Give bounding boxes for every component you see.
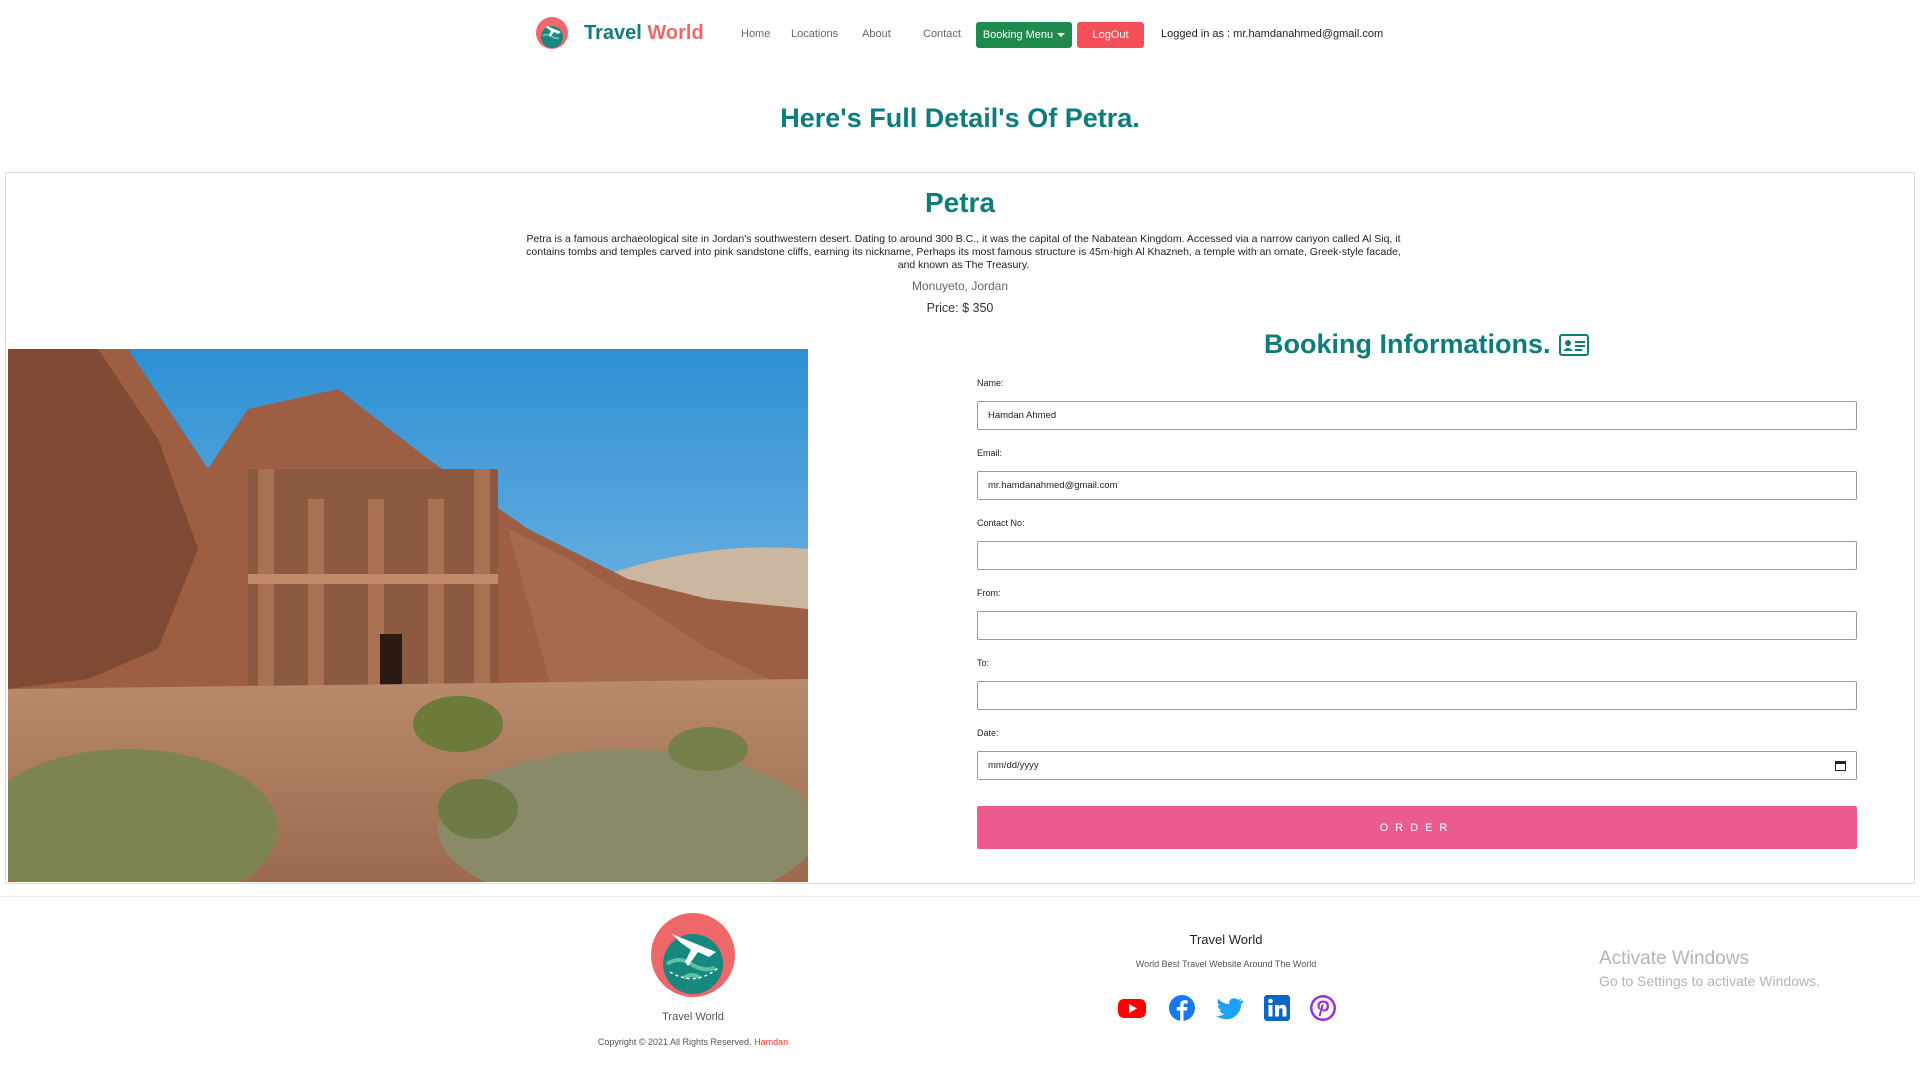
to-label: To: — [977, 658, 990, 668]
detail-card: Petra Petra is a famous archaeological s… — [5, 172, 1915, 884]
booking-menu-button[interactable]: Booking Menu — [976, 22, 1072, 48]
copyright-author-link[interactable]: Hamdan — [754, 1037, 788, 1047]
logout-button[interactable]: LogOut — [1077, 22, 1144, 48]
facebook-icon[interactable] — [1167, 993, 1197, 1023]
copyright: Copyright © 2021 All Rights Reserved. Ha… — [545, 1037, 841, 1047]
booking-heading: Booking Informations. — [1264, 329, 1589, 360]
petra-photo — [8, 349, 808, 882]
place-location: Monuyeto, Jordan — [911, 279, 1009, 293]
caret-down-icon — [1057, 33, 1066, 37]
footer-title: Travel World — [1189, 932, 1263, 947]
nav-contact[interactable]: Contact — [923, 28, 961, 40]
booking-menu-label: Booking Menu — [982, 29, 1054, 41]
name-field[interactable]: Hamdan Ahmed — [977, 401, 1857, 430]
youtube-icon[interactable] — [1117, 993, 1147, 1023]
date-placeholder: mm/dd/yyyy — [988, 760, 1039, 771]
footer-brand: Travel World — [662, 1011, 724, 1023]
copyright-text: Copyright © 2021 All Rights Reserved. — [597, 1037, 752, 1047]
from-label: From: — [977, 588, 1001, 598]
date-field[interactable]: mm/dd/yyyy — [977, 751, 1857, 780]
globe-plane-logo-icon — [536, 17, 568, 49]
brand-word-travel: Travel — [584, 21, 642, 44]
windows-activation-subtitle: Go to Settings to activate Windows. — [1599, 973, 1820, 989]
page-title: Here's Full Detail's Of Petra. — [780, 103, 1140, 133]
petra-photo-illustration — [8, 349, 808, 882]
email-field[interactable]: mr.hamdanahmed@gmail.com — [977, 471, 1857, 500]
name-label: Name: — [977, 378, 1004, 388]
nav-locations[interactable]: Locations — [791, 28, 838, 40]
place-description: Petra is a famous archaeological site in… — [526, 233, 1401, 271]
email-label: Email: — [977, 448, 1003, 458]
linkedin-icon[interactable] — [1262, 993, 1292, 1023]
order-button[interactable]: ORDER — [977, 806, 1857, 849]
from-field[interactable] — [977, 611, 1857, 640]
place-price: Price: $ 350 — [926, 301, 994, 315]
brand[interactable]: Travel World — [535, 16, 704, 50]
brand-word-world: World — [647, 21, 704, 44]
to-field[interactable] — [977, 681, 1857, 710]
contact-field[interactable] — [977, 541, 1857, 570]
windows-activation-title: Activate Windows — [1599, 948, 1749, 969]
place-title: Petra — [924, 187, 996, 218]
brand-name: Travel World — [584, 22, 704, 45]
navbar: Travel World Home Locations About Contac… — [0, 0, 1920, 70]
nav-home[interactable]: Home — [741, 28, 770, 40]
footer-subtitle: World Best Travel Website Around The Wor… — [1135, 959, 1317, 969]
globe-plane-logo-icon — [651, 913, 735, 997]
logged-in-user: Logged in as : mr.hamdanahmed@gmail.com — [1161, 28, 1384, 40]
footer-divider — [0, 896, 1920, 897]
twitter-icon[interactable] — [1214, 993, 1244, 1023]
date-label: Date: — [977, 728, 999, 738]
contact-label: Contact No: — [977, 518, 1025, 528]
booking-heading-text: Booking Informations. — [1264, 329, 1551, 359]
id-card-icon — [1558, 333, 1589, 356]
pinterest-icon[interactable] — [1308, 993, 1338, 1023]
nav-about[interactable]: About — [862, 28, 891, 40]
calendar-icon[interactable] — [1835, 760, 1846, 771]
